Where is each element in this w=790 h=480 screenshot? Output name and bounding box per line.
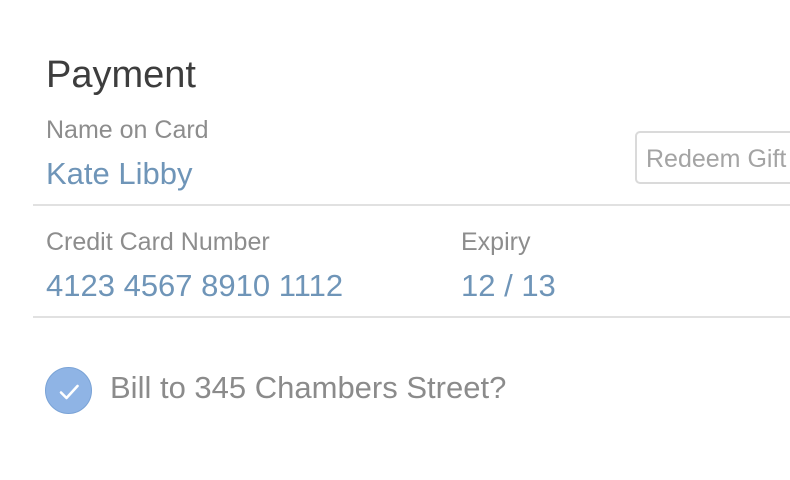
name-on-card-field[interactable]: Kate Libby: [46, 155, 193, 193]
credit-card-number-field[interactable]: 4123 4567 8910 1112: [46, 267, 343, 305]
payment-form: Payment Name on Card Kate Libby Redeem G…: [0, 0, 790, 480]
expiry-field[interactable]: 12 / 13: [461, 267, 556, 305]
redeem-gift-button[interactable]: Redeem Gift: [635, 131, 790, 184]
name-on-card-label: Name on Card: [46, 116, 209, 144]
bill-to-address-checkbox[interactable]: [45, 367, 92, 414]
divider: [33, 204, 790, 206]
expiry-label: Expiry: [461, 228, 531, 256]
page-title: Payment: [46, 54, 196, 96]
credit-card-number-label: Credit Card Number: [46, 228, 270, 256]
checkmark-icon: [59, 384, 79, 400]
bill-to-address-label[interactable]: Bill to 345 Chambers Street?: [110, 369, 506, 407]
redeem-gift-label: Redeem Gift: [646, 145, 787, 173]
divider: [33, 316, 790, 318]
